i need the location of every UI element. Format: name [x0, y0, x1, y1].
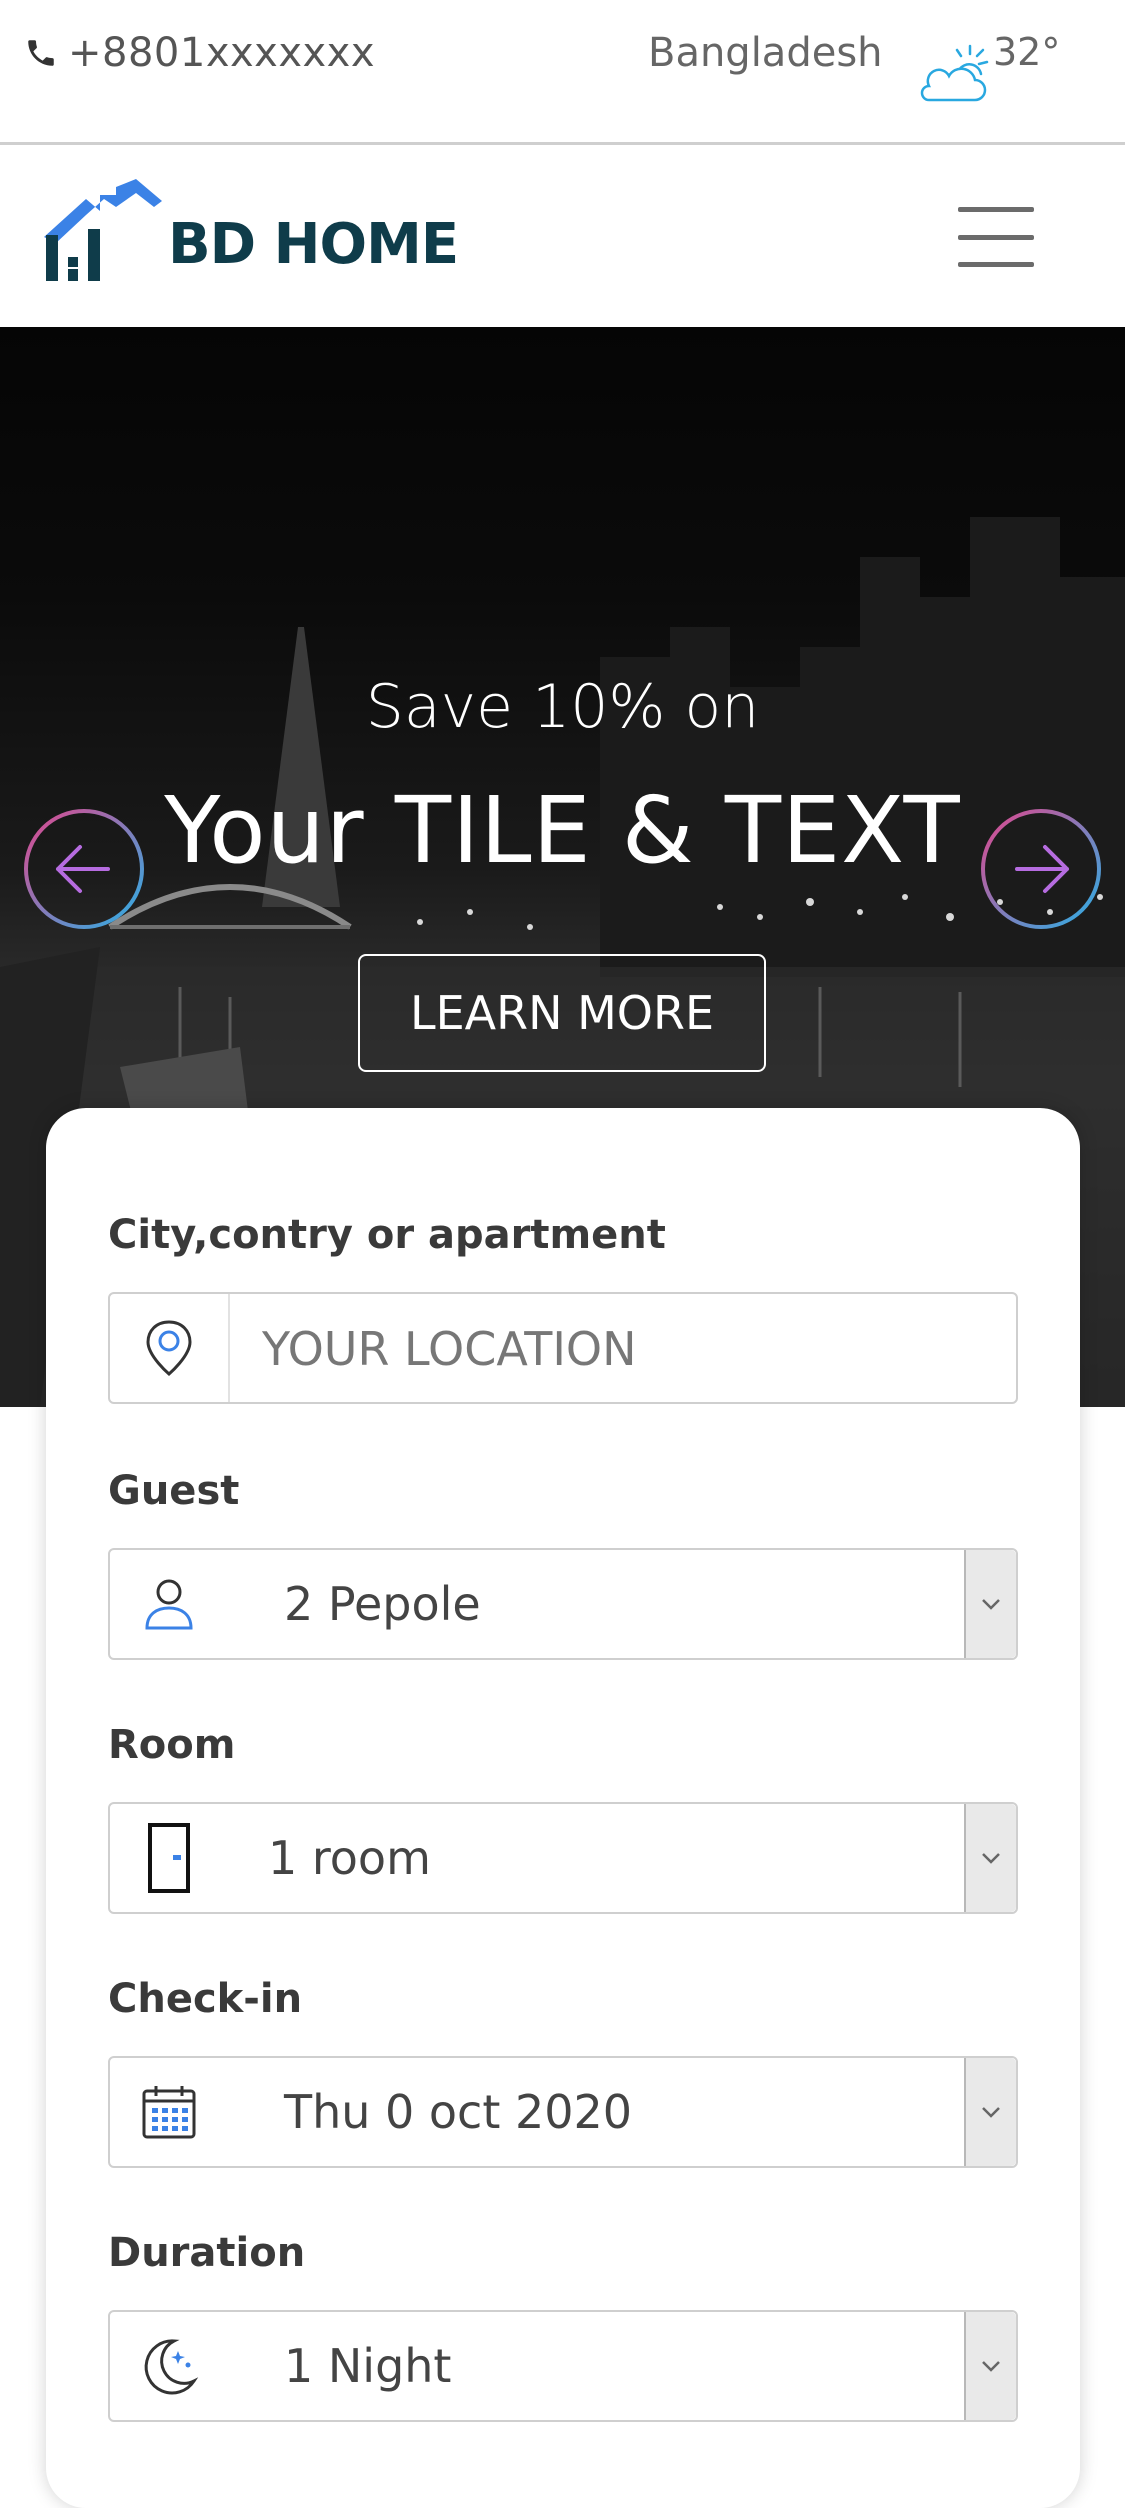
main-navbar: BD HOME [0, 145, 1125, 327]
phone-contact[interactable]: +8801xxxxxxx [24, 30, 375, 76]
learn-more-button[interactable]: LEARN MORE [358, 954, 766, 1072]
moon-icon [144, 2339, 199, 2395]
top-info-bar: +8801xxxxxxx Bangladesh 32° [0, 0, 1125, 145]
chevron-down-icon[interactable] [964, 2312, 1016, 2420]
temperature: 32° [993, 30, 1061, 74]
guest-select[interactable]: 2 Pepole [108, 1548, 1018, 1660]
chevron-down-icon[interactable] [964, 1550, 1016, 1658]
room-select[interactable]: 1 room [108, 1802, 1018, 1914]
person-icon [145, 1579, 193, 1630]
country-name: Bangladesh [648, 30, 883, 76]
checkin-label: Check-in [108, 1976, 303, 2022]
room-label: Room [108, 1722, 236, 1768]
partly-cloudy-icon [920, 44, 989, 102]
hamburger-icon[interactable] [958, 207, 1034, 267]
phone-icon [28, 40, 54, 66]
guest-label: Guest [108, 1468, 240, 1514]
hero-subtitle: Save 10% on [365, 672, 760, 742]
hero-title: Your TILE & TEXT [164, 777, 961, 884]
location-pin-icon [146, 1320, 192, 1376]
calendar-icon [142, 2086, 196, 2139]
door-icon [148, 1823, 190, 1893]
house-logo-icon [44, 179, 162, 281]
duration-label: Duration [108, 2230, 306, 2276]
logo-text: BD HOME [168, 212, 459, 277]
location-field[interactable] [108, 1292, 1018, 1404]
duration-value: 1 Night [284, 2339, 452, 2393]
checkin-value: Thu 0 oct 2020 [284, 2085, 633, 2139]
phone-number: +8801xxxxxxx [68, 30, 376, 76]
chevron-down-icon[interactable] [964, 2058, 1016, 2166]
chevron-down-icon[interactable] [964, 1804, 1016, 1912]
brand-logo[interactable]: BD HOME [44, 177, 459, 283]
location-input[interactable] [260, 1294, 984, 1404]
guest-value: 2 Pepole [284, 1577, 481, 1631]
location-label: City,contry or apartment [108, 1212, 666, 1258]
duration-select[interactable]: 1 Night [108, 2310, 1018, 2422]
room-value: 1 room [268, 1831, 431, 1885]
checkin-select[interactable]: Thu 0 oct 2020 [108, 2056, 1018, 2168]
booking-search-card: City,contry or apartment Guest 2 Pepole … [46, 1108, 1080, 2508]
arrow-left-icon[interactable] [22, 807, 146, 931]
arrow-right-icon[interactable] [979, 807, 1103, 931]
